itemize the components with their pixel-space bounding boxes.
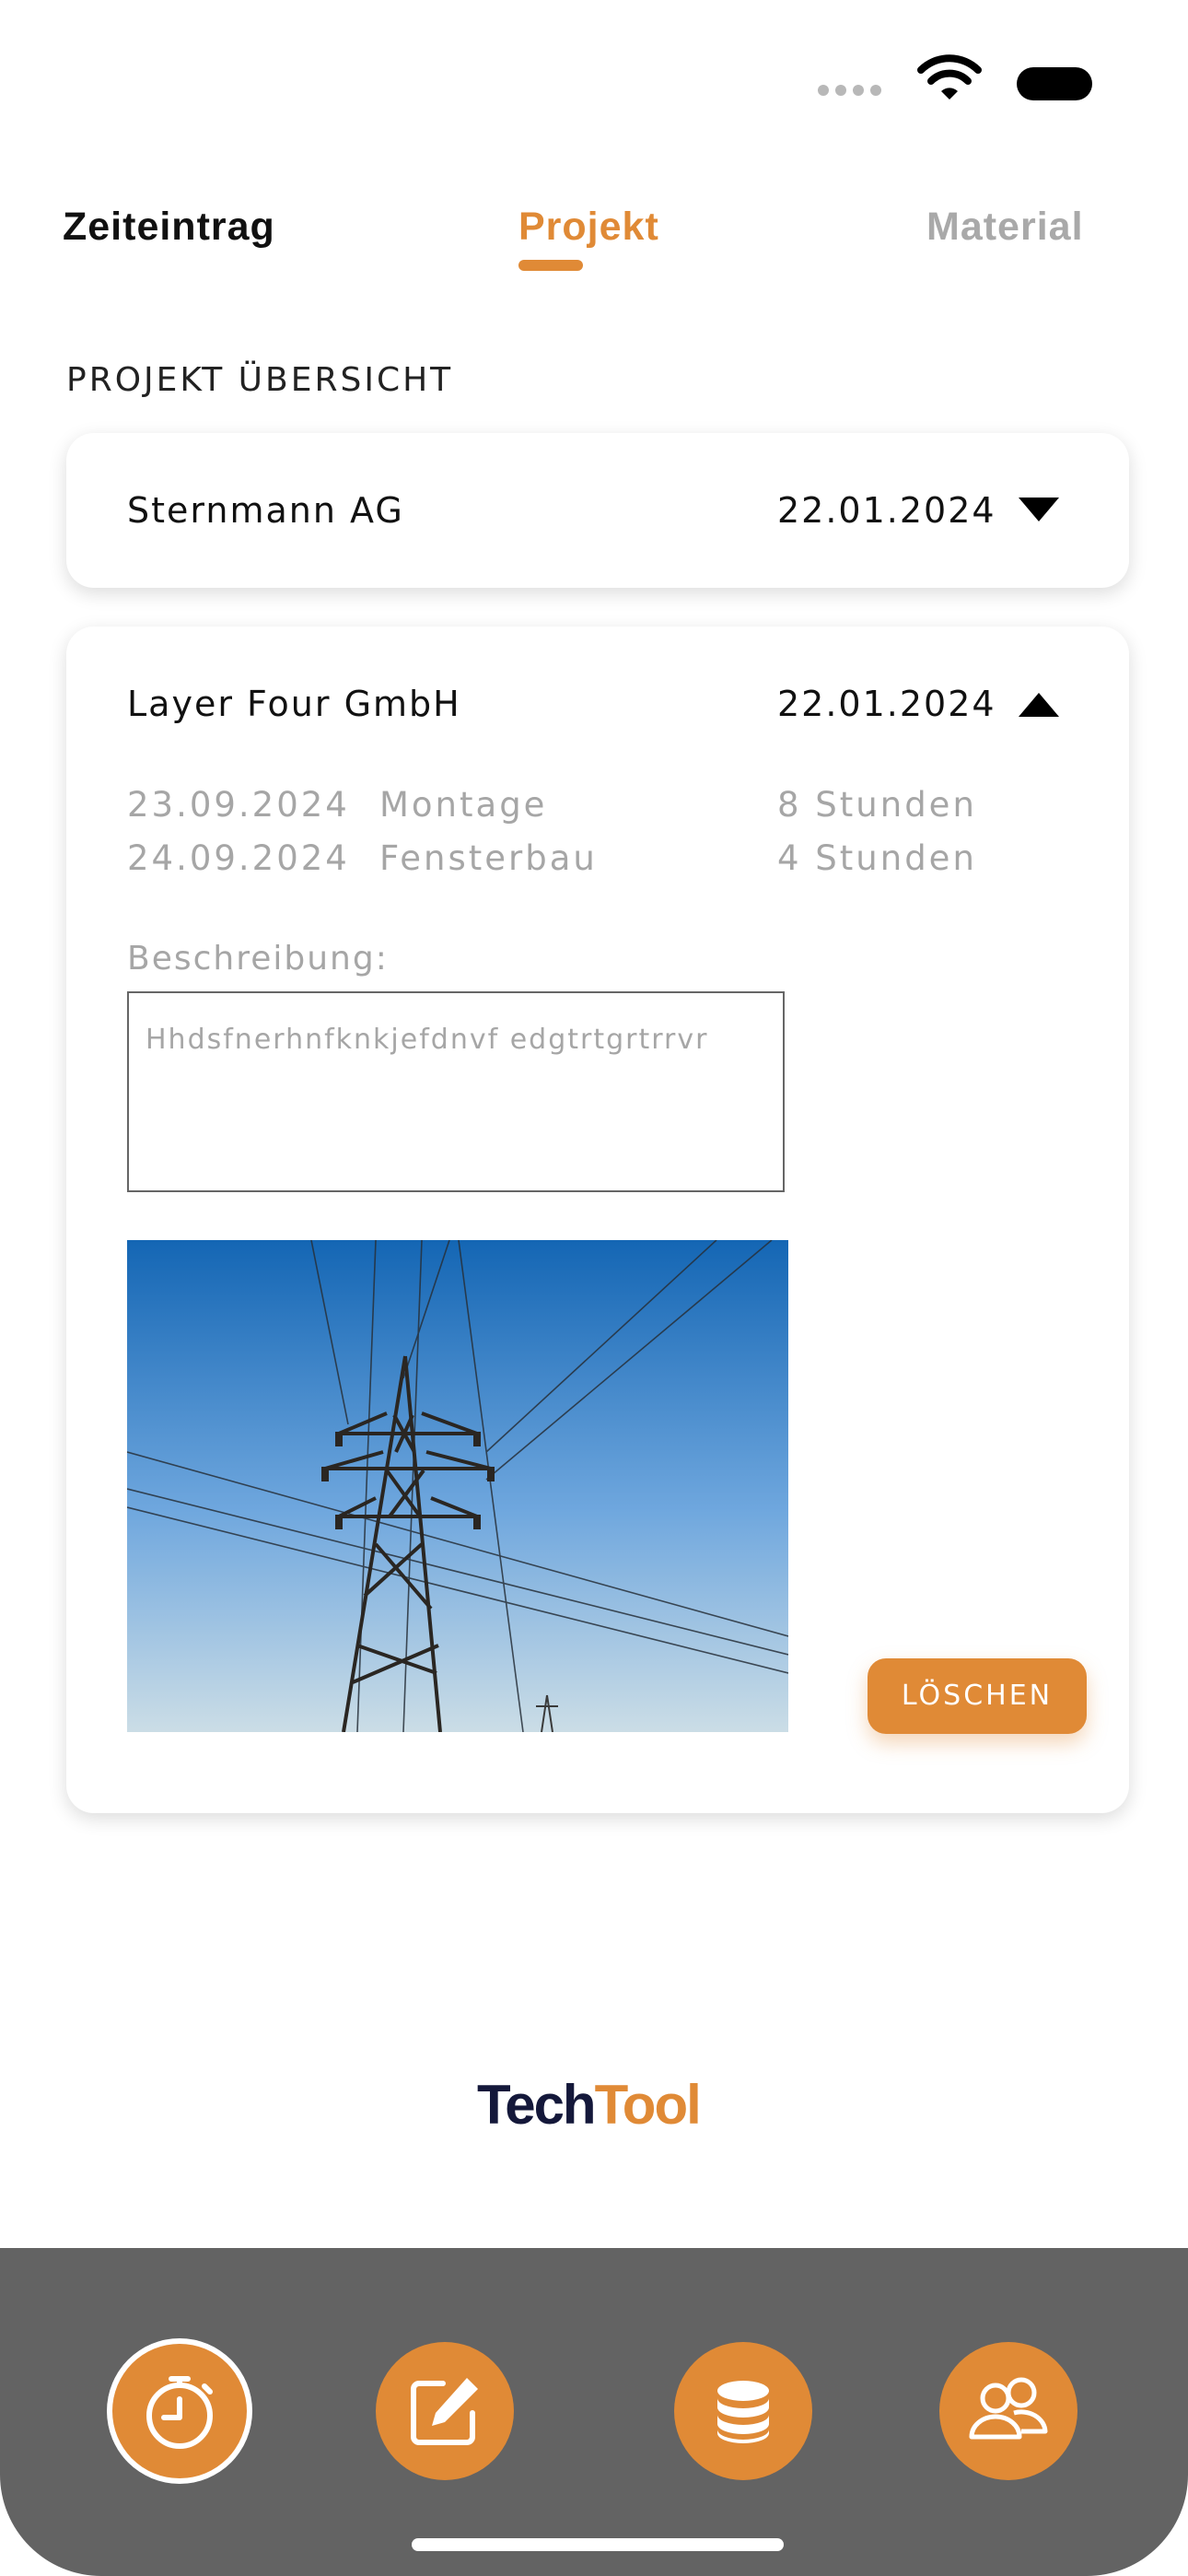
home-indicator [412,2538,784,2551]
wifi-icon [917,54,982,100]
section-title: PROJEKT ÜBERSICHT [66,361,454,399]
project-photo [127,1240,788,1732]
description-label: Beschreibung: [127,940,389,978]
entry-task: Montage [379,785,548,825]
nav-edit-button[interactable] [376,2342,514,2480]
nav-users-button[interactable] [939,2342,1077,2480]
project-card-layerfour: Layer Four GmbH 22.01.2024 23.09.2024 Mo… [66,626,1129,1813]
entry-hours: 4 Stunden [777,838,977,878]
techtool-logo: TechTool [477,2073,702,2137]
description-field[interactable]: Hhdsfnerhnfknkjefdnvf edgtrtgrtrrvr [127,991,785,1192]
entry-task: Fensterbau [379,838,598,878]
tab-zeiteintrag[interactable]: Zeiteintrag [63,205,275,250]
battery-icon [1017,67,1092,100]
database-icon [717,2381,769,2443]
tab-material[interactable]: Material [926,205,1084,250]
project-card-sternmann[interactable]: Sternmann AG 22.01.2024 [66,433,1129,588]
edit-icon [411,2378,478,2445]
chevron-down-icon[interactable] [1019,498,1059,521]
project-name: Sternmann AG [127,490,404,531]
signal-dots-icon [818,85,882,98]
description-text: Hhdsfnerhnfknkjefdnvf edgtrtgrtrrvr [146,1024,709,1056]
users-icon [969,2377,1048,2440]
project-name: Layer Four GmbH [127,684,461,724]
project-date: 22.01.2024 [777,684,996,724]
tab-projekt[interactable]: Projekt [518,205,659,250]
entry-hours: 8 Stunden [777,785,977,825]
nav-database-button[interactable] [674,2342,812,2480]
timer-icon [146,2376,213,2449]
chevron-up-icon[interactable] [1019,693,1059,717]
logo-part-tech: Tech [477,2074,597,2136]
logo-part-tool: Tool [594,2074,702,2136]
nav-timer-button[interactable] [112,2344,247,2478]
entry-date: 24.09.2024 [127,838,350,878]
delete-button[interactable]: LÖSCHEN [868,1658,1087,1734]
project-date: 22.01.2024 [777,490,996,531]
active-tab-indicator [518,260,583,271]
entry-date: 23.09.2024 [127,785,350,825]
